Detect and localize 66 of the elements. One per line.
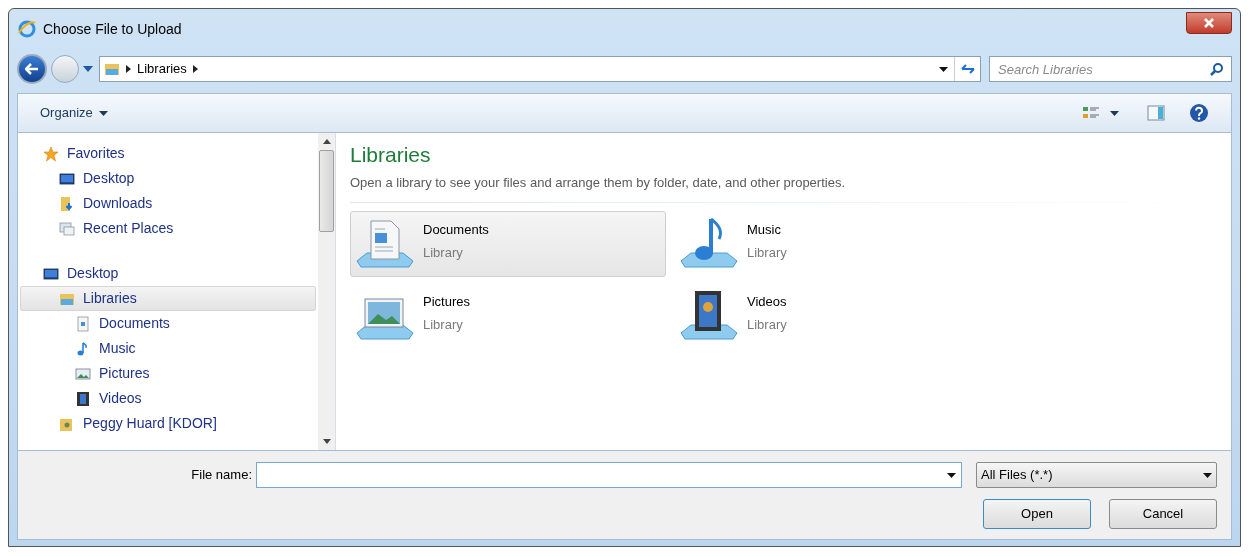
breadcrumb-arrow-icon xyxy=(126,65,131,73)
close-icon xyxy=(1203,18,1215,28)
dropdown-caret-icon xyxy=(83,66,93,72)
nav-tree-item[interactable]: Pictures xyxy=(20,361,316,386)
library-description: Open a library to see your files and arrange them by folder, date, and other properties. xyxy=(350,173,846,192)
dropdown-caret-icon xyxy=(1203,472,1212,478)
library-tile[interactable]: Music Library xyxy=(674,211,990,277)
library-name: Videos xyxy=(747,292,787,311)
dropdown-caret-icon[interactable] xyxy=(947,473,956,478)
folder-download-icon xyxy=(59,195,75,212)
address-bar[interactable]: Libraries xyxy=(99,56,981,82)
library-heading: Libraries xyxy=(350,142,432,168)
organize-button[interactable]: Organize xyxy=(40,103,108,123)
dropdown-caret-icon xyxy=(98,110,108,116)
back-button[interactable] xyxy=(17,54,47,84)
window-title: Choose File to Upload xyxy=(43,19,182,39)
library-type: Library xyxy=(747,244,787,262)
library-tile[interactable]: Videos Library xyxy=(674,283,990,349)
close-button[interactable] xyxy=(1186,12,1232,34)
recent-places-icon xyxy=(59,220,75,237)
library-tile[interactable]: Documents Library xyxy=(350,211,666,277)
scroll-down-icon[interactable] xyxy=(322,439,331,444)
file-name-label: File name: xyxy=(190,466,253,485)
search-icon xyxy=(1210,62,1224,76)
scroll-thumb[interactable] xyxy=(319,150,334,232)
nav-tree-item[interactable]: Music xyxy=(20,336,316,361)
file-type-dropdown[interactable]: All Files (*.*) xyxy=(976,462,1217,488)
nav-tree-item[interactable]: Favorites xyxy=(20,141,316,166)
view-list-icon xyxy=(1082,105,1100,121)
nav-tree-item[interactable]: Recent Places xyxy=(20,216,316,241)
nav-tree-item[interactable]: Desktop xyxy=(20,261,316,286)
nav-tree-item[interactable]: Documents xyxy=(20,311,316,336)
film-icon xyxy=(75,390,91,407)
library-type: Library xyxy=(747,316,787,334)
document-icon xyxy=(75,315,91,332)
dropdown-caret-icon[interactable] xyxy=(939,66,948,72)
library-name: Music xyxy=(747,220,782,239)
nav-tree-item[interactable]: Downloads xyxy=(20,191,316,216)
nav-tree-item[interactable]: Videos xyxy=(20,386,316,411)
refresh-arrows-icon xyxy=(959,63,976,75)
view-options-button[interactable] xyxy=(1082,105,1119,121)
library-folder-icon xyxy=(104,61,120,77)
browser-logo-icon xyxy=(17,19,37,39)
help-icon[interactable] xyxy=(1189,103,1209,123)
file-name-field[interactable] xyxy=(256,462,962,488)
nav-tree-item[interactable]: Libraries xyxy=(20,286,316,311)
dialog-button[interactable]: Cancel xyxy=(1109,499,1217,529)
scrollbar[interactable] xyxy=(318,133,335,450)
library-type: Library xyxy=(423,316,464,334)
breadcrumb-arrow-icon xyxy=(192,65,198,73)
dropdown-caret-icon xyxy=(1110,110,1119,116)
library-name: Pictures xyxy=(423,292,470,311)
monitor-icon xyxy=(43,265,59,282)
dialog-button[interactable]: Open xyxy=(983,499,1091,529)
breadcrumb-item[interactable]: Libraries xyxy=(137,59,187,79)
search-field[interactable]: Search Libraries xyxy=(989,56,1232,82)
library-name: Documents xyxy=(423,220,489,239)
scroll-up-icon[interactable] xyxy=(322,139,331,144)
star-icon xyxy=(43,145,59,162)
library-tile[interactable]: Pictures Library xyxy=(350,283,666,349)
library-type: Library xyxy=(423,244,464,262)
left-arrow-icon xyxy=(25,63,39,75)
monitor-icon xyxy=(59,170,75,187)
nav-tree-item[interactable]: Desktop xyxy=(20,166,316,191)
picture-icon xyxy=(75,365,91,382)
nav-tree-item[interactable]: Peggy Huard [KDOR] xyxy=(20,411,316,436)
